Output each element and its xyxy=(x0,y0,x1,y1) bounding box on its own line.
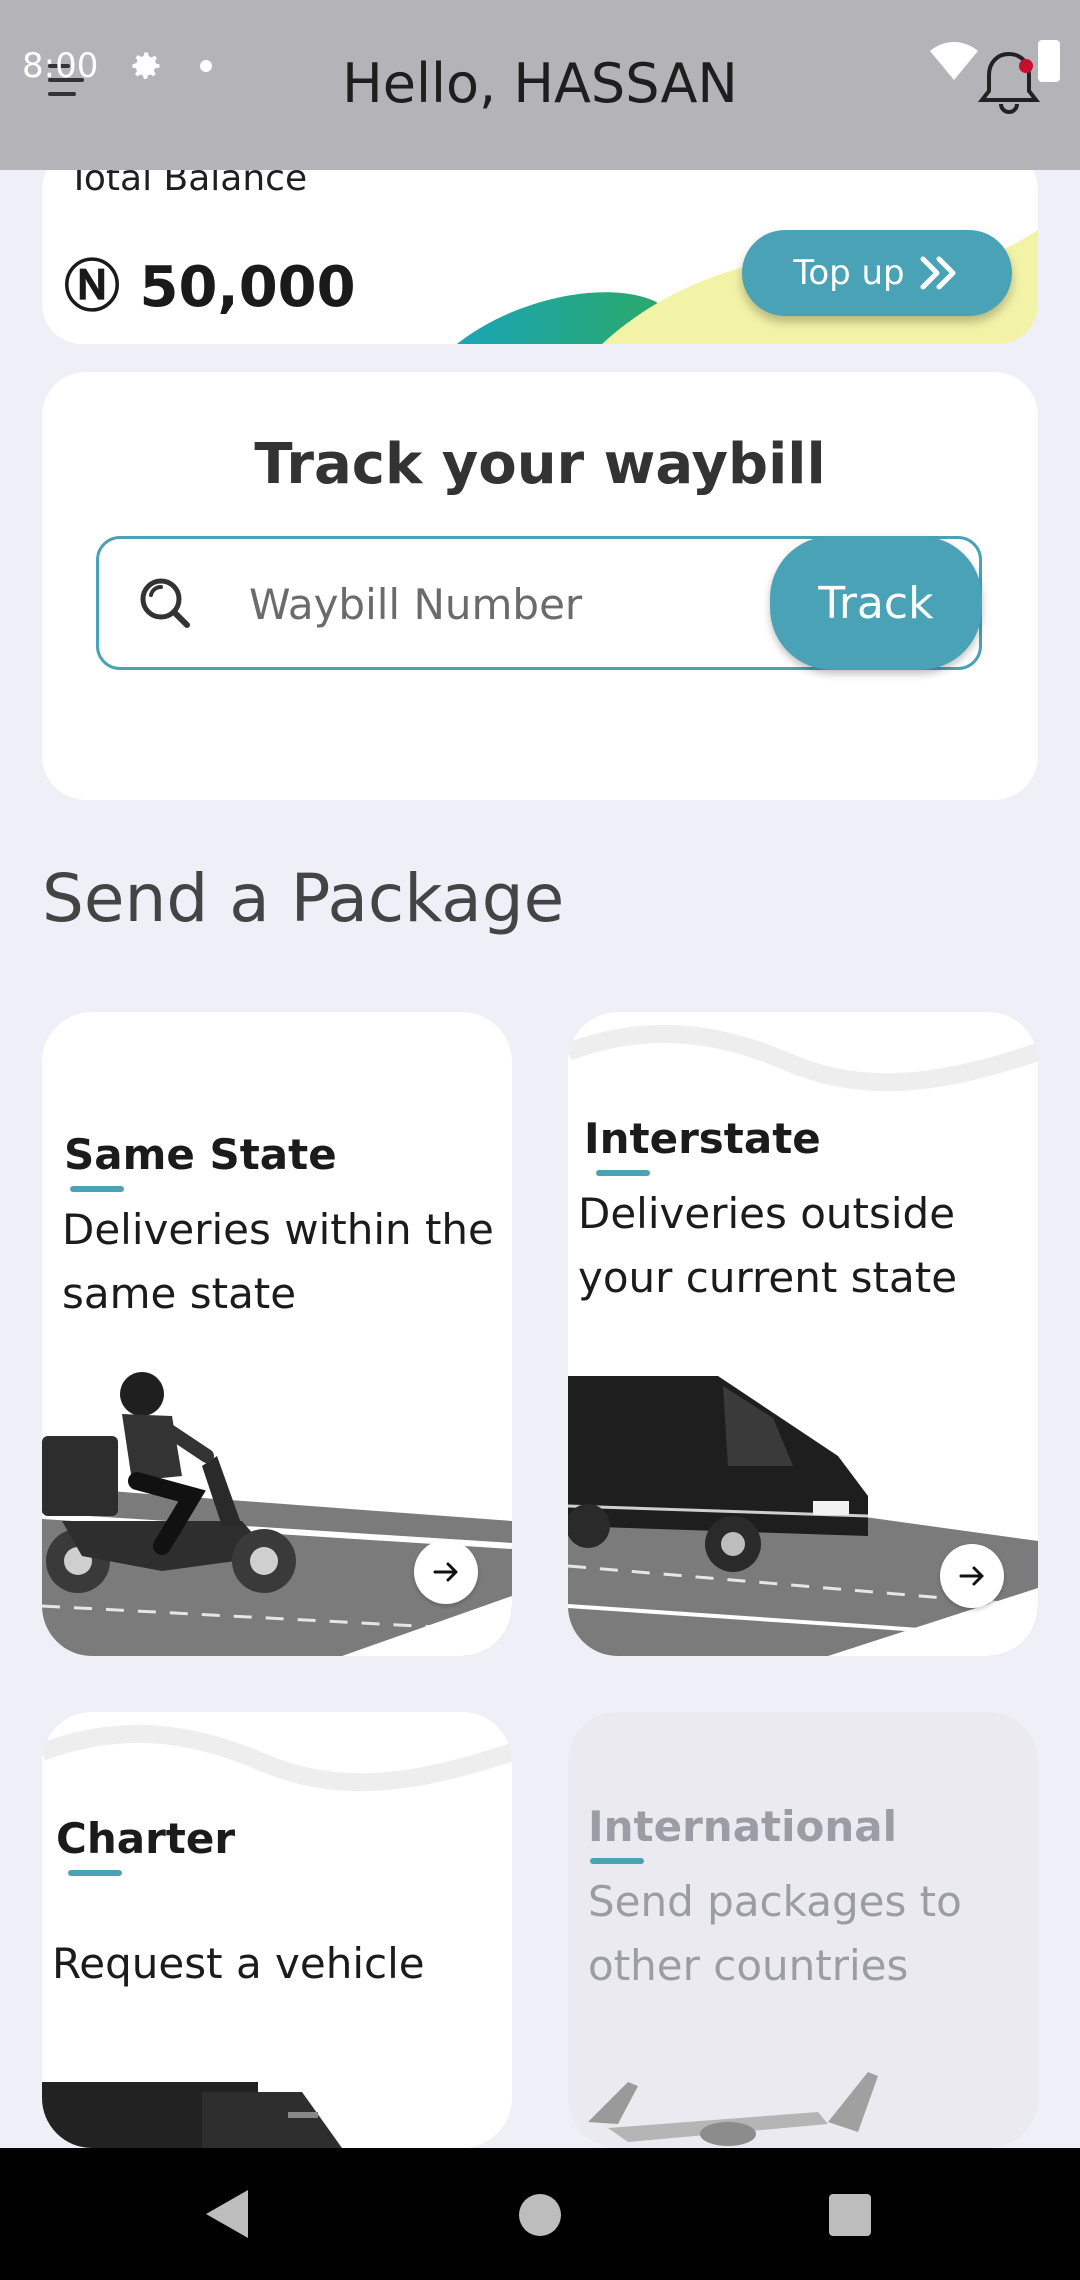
home-icon[interactable] xyxy=(519,2194,561,2236)
airplane-illustration xyxy=(588,2072,878,2146)
charter-card[interactable]: Charter Request a vehicle xyxy=(42,1712,512,2148)
app-bar: 8:00 Hello, HASSAN xyxy=(0,0,1080,170)
scooter-illustration xyxy=(42,1372,512,1656)
same-state-card[interactable]: Same State Deliveries within the same st… xyxy=(42,1012,512,1656)
international-card: International Send packages to other cou… xyxy=(568,1712,1038,2148)
title-underline xyxy=(70,1186,124,1192)
interstate-arrow-button[interactable] xyxy=(940,1544,1004,1608)
arrow-right-icon xyxy=(959,1566,984,1586)
recent-apps-icon[interactable] xyxy=(829,2194,871,2236)
interstate-title: Interstate xyxy=(584,1114,821,1163)
truck-illustration xyxy=(42,2082,342,2148)
same-state-arrow-button[interactable] xyxy=(414,1540,478,1604)
card-wave-decoration xyxy=(568,1024,1038,1092)
system-navigation-bar xyxy=(0,2148,1080,2280)
track-waybill-card: Track your waybill Track xyxy=(42,372,1038,800)
same-state-title: Same State xyxy=(64,1130,337,1179)
double-chevron-right-icon xyxy=(920,256,956,290)
waybill-input[interactable] xyxy=(249,567,709,641)
international-description: Send packages to other countries xyxy=(588,1877,962,1990)
top-up-button[interactable]: Top up xyxy=(742,230,1012,316)
charter-description: Request a vehicle xyxy=(52,1939,425,1988)
waybill-search-field: Track xyxy=(96,536,982,670)
back-icon[interactable] xyxy=(204,2188,250,2240)
wifi-icon xyxy=(930,42,978,80)
same-state-description: Deliveries within the same state xyxy=(62,1205,494,1318)
arrow-right-icon xyxy=(433,1562,458,1582)
charter-title: Charter xyxy=(56,1814,236,1863)
title-underline xyxy=(68,1870,122,1876)
international-title: International xyxy=(588,1802,898,1851)
van-illustration xyxy=(568,1376,1038,1656)
interstate-card[interactable]: Interstate Deliveries outside your curre… xyxy=(568,1012,1038,1656)
balance-card: Total Balance Ⓝ 50,000 Top up xyxy=(42,150,1038,344)
interstate-description: Deliveries outside your current state xyxy=(578,1189,958,1302)
top-up-label: Top up xyxy=(793,253,905,293)
search-icon xyxy=(140,578,190,628)
send-package-title: Send a Package xyxy=(42,860,565,937)
track-button[interactable]: Track xyxy=(770,536,982,670)
title-underline xyxy=(590,1858,644,1864)
bell-icon[interactable] xyxy=(976,46,1042,118)
track-title: Track your waybill xyxy=(254,432,826,497)
card-wave-decoration xyxy=(42,1724,512,1792)
title-underline xyxy=(596,1170,650,1176)
balance-amount: Ⓝ 50,000 xyxy=(64,255,356,320)
greeting-title: Hello, HASSAN xyxy=(342,52,738,115)
